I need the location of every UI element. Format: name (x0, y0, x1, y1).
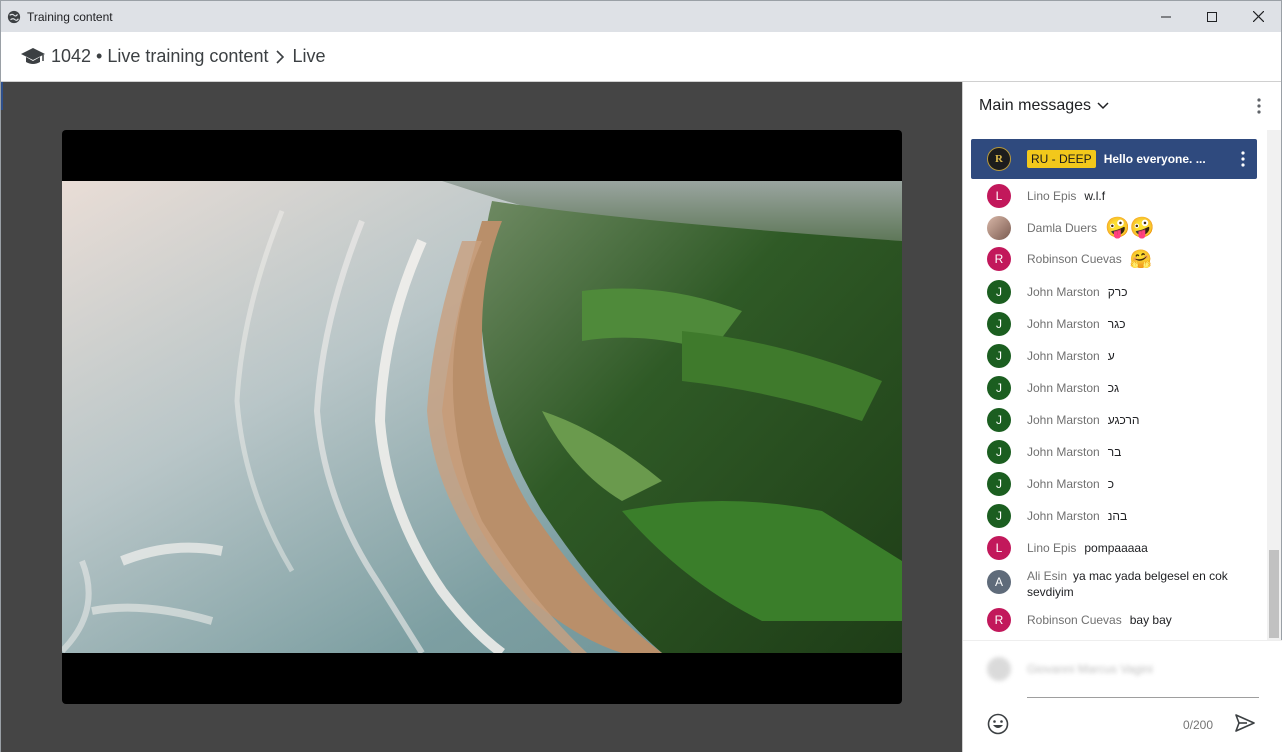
list-item[interactable]: J John Marston ע (987, 344, 1115, 368)
message-author: John Marston (1027, 381, 1100, 395)
message-author: John Marston (1027, 445, 1100, 459)
message-author: John Marston (1027, 349, 1100, 363)
message-text: בר (1107, 445, 1122, 459)
window-title: Training content (27, 9, 113, 24)
list-item[interactable]: J John Marston כ (987, 472, 1114, 496)
globe-icon (7, 10, 21, 23)
message-text: 🤪🤪 (1105, 217, 1155, 239)
list-item[interactable]: J John Marston גכ (987, 376, 1119, 400)
composer-user: Giovanni Marcus Vagini (987, 657, 1153, 681)
message-text: pompaaaaa (1084, 541, 1148, 555)
list-item[interactable]: J John Marston בהנ (987, 504, 1127, 528)
avatar: R (987, 608, 1011, 632)
chat-channel-title[interactable]: Main messages (979, 97, 1091, 115)
message-author: John Marston (1027, 413, 1100, 427)
video-player[interactable] (62, 130, 902, 704)
more-vert-icon[interactable] (1257, 98, 1261, 119)
video-frame[interactable] (62, 181, 902, 653)
close-icon (1252, 11, 1264, 22)
message-author: John Marston (1027, 477, 1100, 491)
list-item[interactable]: Damla Duers 🤪🤪 (987, 215, 1155, 240)
message-author: Robinson Cuevas (1027, 613, 1122, 627)
avatar: J (987, 344, 1011, 368)
avatar: L (987, 184, 1011, 208)
message-text: bay bay (1129, 613, 1172, 627)
coastline-video-image (62, 181, 902, 653)
avatar: J (987, 312, 1011, 336)
graduation-cap-icon (21, 47, 45, 64)
message-author: John Marston (1027, 285, 1100, 299)
maximize-icon (1207, 11, 1217, 22)
send-icon[interactable] (1235, 713, 1255, 738)
avatar: J (987, 408, 1011, 432)
pinned-tag: RU - DEEP (1027, 150, 1096, 168)
avatar (987, 215, 1011, 240)
message-author: Ali Esin (1027, 569, 1068, 583)
maximize-button[interactable] (1189, 1, 1235, 32)
video-stage (1, 82, 962, 752)
message-composer: Giovanni Marcus Vagini 0/200 (963, 640, 1282, 752)
message-author: Lino Epis (1027, 189, 1077, 203)
list-item[interactable]: J John Marston הרכגע (987, 408, 1139, 432)
channel-logo: R (987, 147, 1011, 171)
breadcrumb-current: Live (292, 46, 326, 66)
message-author: Damla Duers (1027, 220, 1098, 235)
message-author: John Marston (1027, 317, 1100, 331)
avatar: R (987, 247, 1011, 271)
avatar: J (987, 440, 1011, 464)
accent-edge (1, 82, 3, 110)
emoji-icon[interactable] (987, 713, 1009, 740)
message-text: בהנ (1107, 509, 1128, 523)
avatar: J (987, 280, 1011, 304)
avatar: J (987, 504, 1011, 528)
character-counter: 0/200 (1183, 718, 1214, 732)
message-author: Lino Epis (1027, 541, 1077, 555)
avatar: J (987, 472, 1011, 496)
message-body: Ali Esin ya mac yada belgesel en cok sevd… (1027, 568, 1257, 600)
message-input[interactable] (1027, 697, 1259, 698)
avatar (987, 657, 1011, 681)
list-item[interactable]: J John Marston בר (987, 440, 1121, 464)
list-item[interactable]: R Robinson Cuevas 🤗 (987, 247, 1152, 271)
message-text: גכ (1107, 381, 1120, 395)
composer-user-name: Giovanni Marcus Vagini (1027, 662, 1153, 676)
avatar: L (987, 536, 1011, 560)
title-bar: Training content (1, 1, 1281, 32)
list-item[interactable]: A Ali Esin ya mac yada belgesel en cok se… (987, 568, 1257, 600)
message-text: ע (1107, 349, 1115, 363)
message-text: כגר (1107, 317, 1126, 331)
pinned-more-icon[interactable] (1241, 151, 1245, 172)
chevron-down-icon[interactable] (1097, 102, 1109, 110)
list-item[interactable]: L Lino Epis pompaaaaa (987, 536, 1148, 560)
message-text: הרכגע (1107, 413, 1140, 427)
close-button[interactable] (1235, 1, 1281, 32)
message-author: John Marston (1027, 509, 1100, 523)
app-window: Training content 1042 • Live training co… (0, 0, 1282, 752)
list-item[interactable]: L Lino Epis w.l.f (987, 184, 1105, 208)
chat-header: Main messages (963, 82, 1281, 130)
chat-scrollbar-thumb[interactable] (1269, 550, 1279, 638)
message-text: כרק (1107, 285, 1128, 299)
list-item[interactable]: J John Marston כגר (987, 312, 1126, 336)
chat-scrollbar[interactable] (1267, 130, 1281, 640)
chevron-right-icon (276, 49, 285, 64)
breadcrumb-course[interactable]: 1042 • Live training content (51, 46, 268, 67)
minimize-icon (1161, 16, 1171, 17)
list-item[interactable]: R Robinson Cuevas bay bay (987, 608, 1172, 632)
message-text: w.l.f (1084, 189, 1106, 203)
avatar: A (987, 570, 1011, 594)
message-author: Robinson Cuevas (1027, 252, 1122, 266)
minimize-button[interactable] (1143, 1, 1189, 32)
pinned-text: Hello everyone. ... (1103, 152, 1206, 166)
list-item[interactable]: J John Marston כרק (987, 280, 1128, 304)
message-text: כ (1107, 477, 1115, 491)
breadcrumb: 1042 • Live training content Live (1, 32, 1281, 82)
pinned-message[interactable]: R RU - DEEP Hello everyone. ... (971, 139, 1257, 179)
avatar: J (987, 376, 1011, 400)
chat-panel: Main messages R RU - DEEP Hello everyone… (962, 82, 1282, 752)
message-text: 🤗 (1129, 248, 1153, 269)
